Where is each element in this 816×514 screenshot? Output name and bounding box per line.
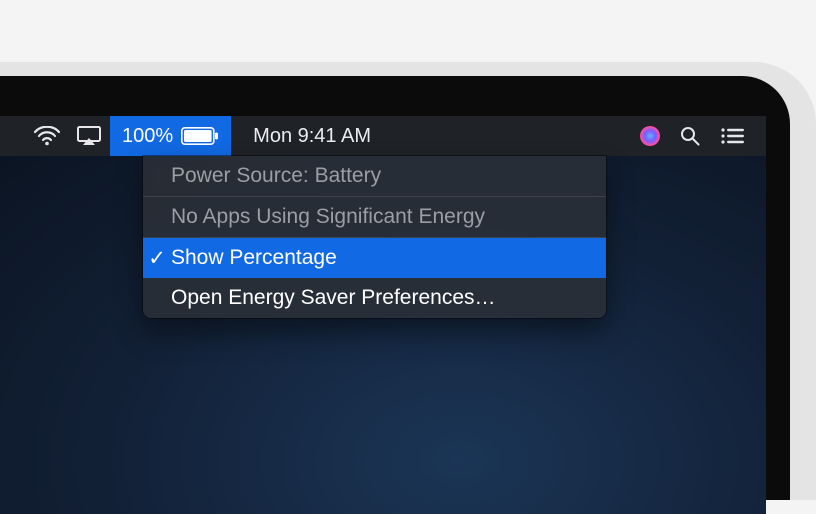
show-percentage-item[interactable]: ✓ Show Percentage	[143, 238, 606, 278]
airplay-icon[interactable]	[68, 116, 110, 156]
wifi-icon[interactable]	[26, 116, 68, 156]
power-source-label: Power Source: Battery	[143, 156, 606, 197]
show-percentage-label: Show Percentage	[171, 246, 337, 270]
battery-percentage: 100%	[122, 125, 173, 148]
menu-bar: 100% Mon 9:41 AM	[0, 116, 766, 156]
notification-center-icon[interactable]	[710, 116, 754, 156]
device-bezel-inner: 100% Mon 9:41 AM	[0, 76, 790, 500]
siri-icon[interactable]	[630, 116, 670, 156]
battery-menu-item[interactable]: 100%	[110, 116, 231, 156]
checkmark-icon: ✓	[143, 246, 171, 271]
device-frame: 100% Mon 9:41 AM	[0, 62, 816, 500]
open-energy-saver-item[interactable]: Open Energy Saver Preferences…	[143, 278, 606, 318]
screen: 100% Mon 9:41 AM	[0, 116, 766, 514]
battery-icon	[181, 127, 219, 145]
spotlight-search-icon[interactable]	[670, 116, 710, 156]
battery-dropdown-menu: Power Source: Battery No Apps Using Sign…	[143, 156, 606, 318]
menu-bar-clock[interactable]: Mon 9:41 AM	[253, 125, 371, 148]
energy-apps-label: No Apps Using Significant Energy	[143, 197, 606, 238]
